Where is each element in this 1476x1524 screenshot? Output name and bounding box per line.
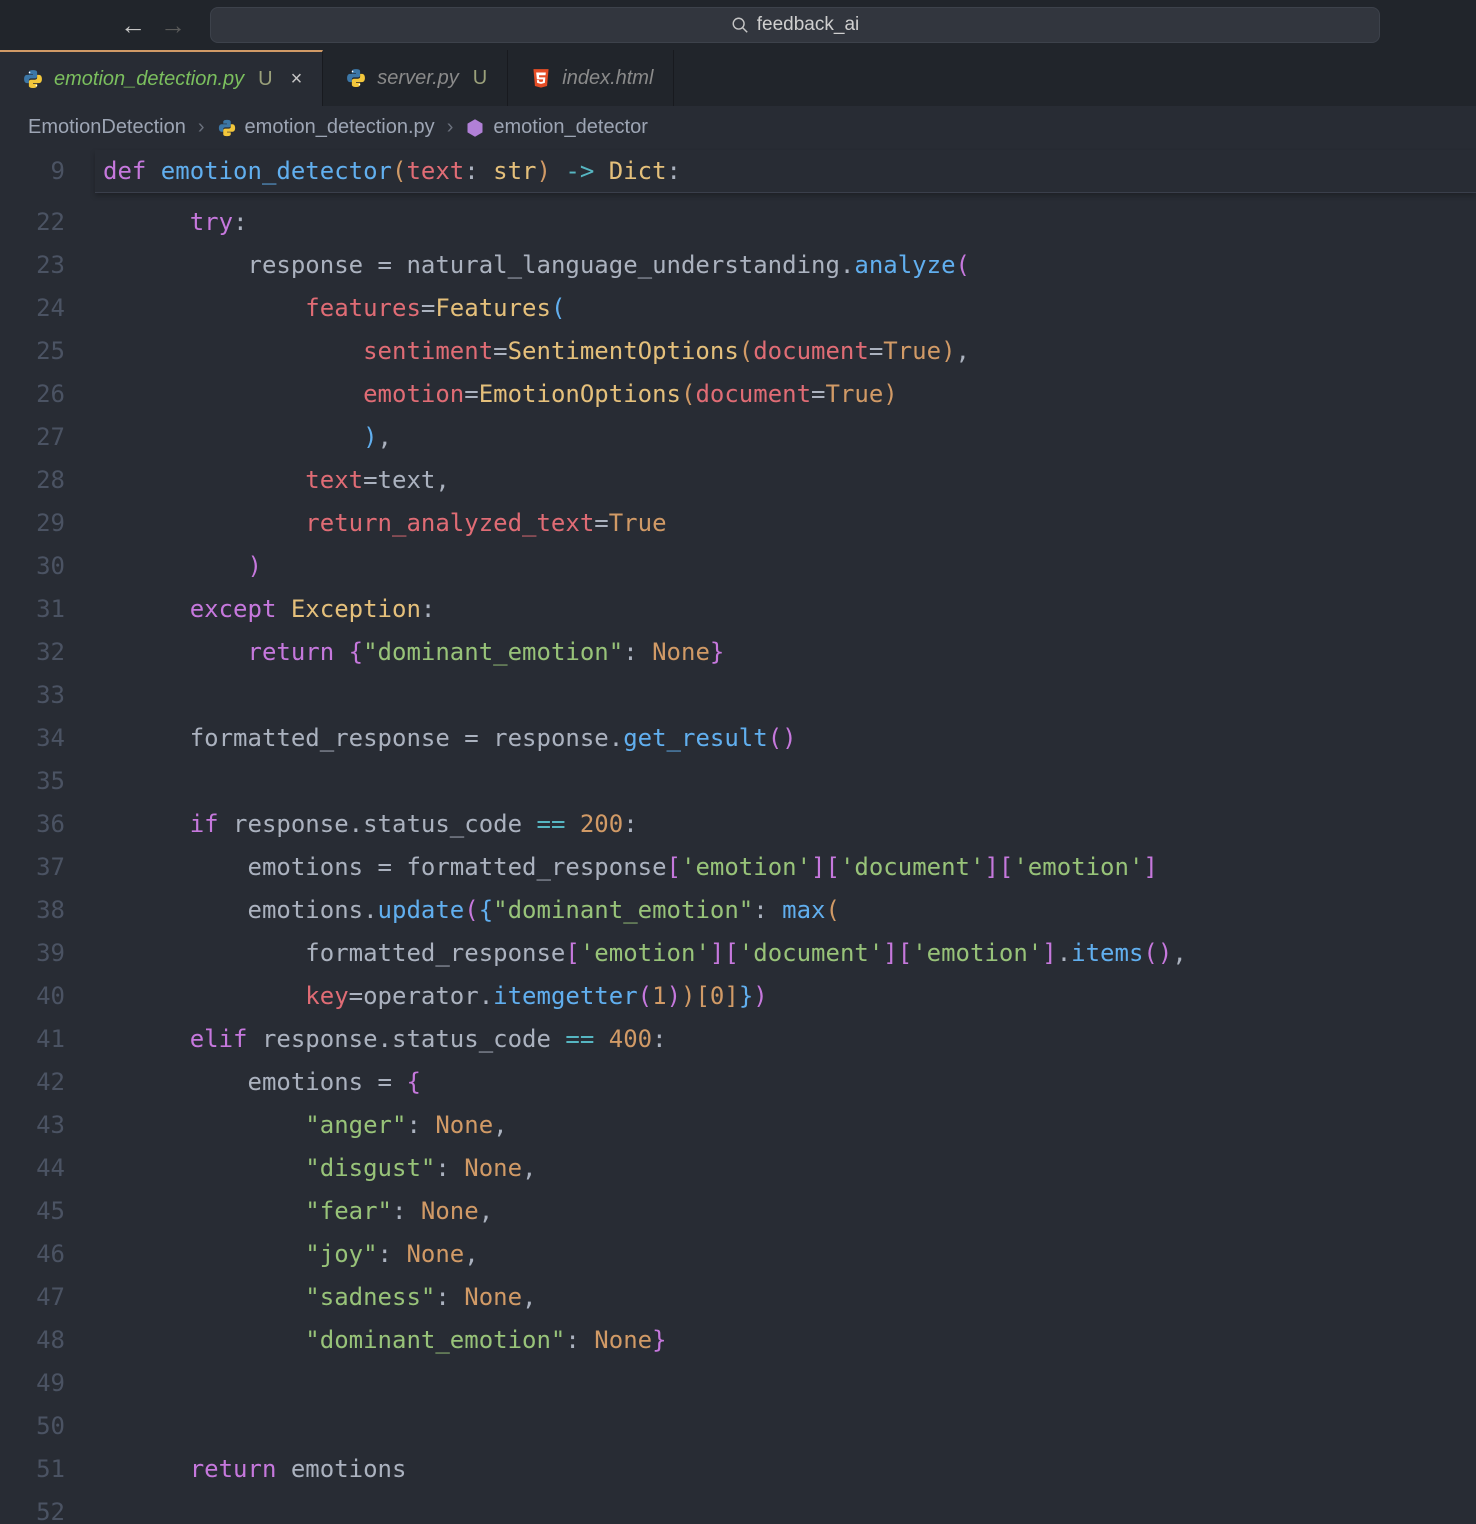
line-number: 38	[0, 889, 65, 932]
code-line[interactable]: "joy": None,	[95, 1233, 1476, 1276]
line-number: 47	[0, 1276, 65, 1319]
tab-filename: index.html	[562, 67, 653, 90]
sticky-scroll-line[interactable]: def emotion_detector(text: str) -> Dict:	[95, 150, 1476, 193]
tab-emotion-detection[interactable]: emotion_detection.py U ×	[0, 50, 323, 106]
line-number: 48	[0, 1319, 65, 1362]
line-number: 39	[0, 932, 65, 975]
python-icon	[217, 118, 237, 138]
line-number: 28	[0, 459, 65, 502]
chevron-right-icon: ›	[447, 116, 454, 139]
code-line[interactable]: elif response.status_code == 400:	[95, 1018, 1476, 1061]
line-number: 43	[0, 1104, 65, 1147]
tab-modified-flag: U	[258, 68, 272, 91]
line-number: 27	[0, 416, 65, 459]
code-line[interactable]: ),	[95, 416, 1476, 459]
nav-back-icon[interactable]: ←	[120, 12, 146, 38]
line-number: 35	[0, 760, 65, 803]
code-line[interactable]: formatted_response['emotion']['document'…	[95, 932, 1476, 975]
line-number: 23	[0, 244, 65, 287]
code-line[interactable]: key=operator.itemgetter(1))[0]})	[95, 975, 1476, 1018]
code-line[interactable]: emotions = formatted_response['emotion']…	[95, 846, 1476, 889]
code-line[interactable]: )	[95, 545, 1476, 588]
line-number: 33	[0, 674, 65, 717]
chevron-right-icon: ›	[198, 116, 205, 139]
code-line[interactable]: text=text,	[95, 459, 1476, 502]
code-line[interactable]	[95, 674, 1476, 717]
breadcrumb-symbol-label: emotion_detector	[493, 116, 648, 139]
line-number: 51	[0, 1448, 65, 1491]
code-line[interactable]: emotions = {	[95, 1061, 1476, 1104]
line-number: 32	[0, 631, 65, 674]
breadcrumb: EmotionDetection › emotion_detection.py …	[0, 106, 1476, 150]
breadcrumb-file[interactable]: emotion_detection.py	[217, 116, 435, 139]
code-line[interactable]: if response.status_code == 200:	[95, 803, 1476, 846]
tab-index-html[interactable]: index.html	[508, 50, 674, 106]
code-line[interactable]: return {"dominant_emotion": None}	[95, 631, 1476, 674]
code-line[interactable]: "sadness": None,	[95, 1276, 1476, 1319]
search-text: feedback_ai	[757, 14, 859, 36]
line-number: 31	[0, 588, 65, 631]
tab-filename: emotion_detection.py	[54, 68, 244, 91]
line-number: 26	[0, 373, 65, 416]
line-number: 49	[0, 1362, 65, 1405]
line-number-gutter: 9222324252627282930313233343536373839404…	[0, 150, 95, 1524]
breadcrumb-symbol[interactable]: emotion_detector	[465, 116, 648, 139]
code-line[interactable]: except Exception:	[95, 588, 1476, 631]
editor: 9222324252627282930313233343536373839404…	[0, 150, 1476, 1524]
breadcrumb-folder[interactable]: EmotionDetection	[28, 116, 186, 139]
code-line[interactable]: emotions.update({"dominant_emotion": max…	[95, 889, 1476, 932]
line-number: 37	[0, 846, 65, 889]
code-line[interactable]	[95, 1491, 1476, 1524]
code-line[interactable]	[95, 1362, 1476, 1405]
code-line[interactable]: "dominant_emotion": None}	[95, 1319, 1476, 1362]
code-line[interactable]: return_analyzed_text=True	[95, 502, 1476, 545]
tab-modified-flag: U	[473, 67, 487, 90]
tab-bar: emotion_detection.py U × server.py U ind…	[0, 50, 1476, 106]
line-number: 42	[0, 1061, 65, 1104]
breadcrumb-file-label: emotion_detection.py	[245, 116, 435, 139]
code-line[interactable]	[95, 760, 1476, 803]
line-number: 29	[0, 502, 65, 545]
code-line[interactable]: "fear": None,	[95, 1190, 1476, 1233]
line-number: 40	[0, 975, 65, 1018]
code-line[interactable]: "anger": None,	[95, 1104, 1476, 1147]
line-number: 30	[0, 545, 65, 588]
line-number: 24	[0, 287, 65, 330]
command-center-search[interactable]: feedback_ai	[210, 7, 1380, 43]
breadcrumb-folder-label: EmotionDetection	[28, 116, 186, 139]
line-number: 22	[0, 201, 65, 244]
line-number: 46	[0, 1233, 65, 1276]
line-number: 34	[0, 717, 65, 760]
line-number: 41	[0, 1018, 65, 1061]
python-icon	[345, 67, 367, 89]
code-line[interactable]: sentiment=SentimentOptions(document=True…	[95, 330, 1476, 373]
search-icon	[731, 16, 749, 34]
code-line[interactable]: response = natural_language_understandin…	[95, 244, 1476, 287]
nav-forward-icon[interactable]: →	[160, 12, 186, 38]
code-line[interactable]: try:	[95, 201, 1476, 244]
html-icon	[530, 67, 552, 89]
code-area[interactable]: def emotion_detector(text: str) -> Dict:…	[95, 150, 1476, 1524]
line-number: 45	[0, 1190, 65, 1233]
code-line[interactable]: "disgust": None,	[95, 1147, 1476, 1190]
line-number: 44	[0, 1147, 65, 1190]
line-number: 25	[0, 330, 65, 373]
tab-server[interactable]: server.py U	[323, 50, 508, 106]
code-line[interactable]: emotion=EmotionOptions(document=True)	[95, 373, 1476, 416]
code-line[interactable]: features=Features(	[95, 287, 1476, 330]
code-line[interactable]: return emotions	[95, 1448, 1476, 1491]
tab-close-icon[interactable]: ×	[291, 68, 303, 91]
nav-arrows: ← →	[120, 12, 186, 38]
symbol-method-icon	[465, 118, 485, 138]
tab-filename: server.py	[377, 67, 459, 90]
line-number: 52	[0, 1491, 65, 1524]
line-number: 36	[0, 803, 65, 846]
line-number: 9	[0, 150, 65, 193]
python-icon	[22, 68, 44, 90]
code-line[interactable]: formatted_response = response.get_result…	[95, 717, 1476, 760]
line-number: 50	[0, 1405, 65, 1448]
code-line[interactable]	[95, 1405, 1476, 1448]
titlebar: ← → feedback_ai	[0, 0, 1476, 50]
